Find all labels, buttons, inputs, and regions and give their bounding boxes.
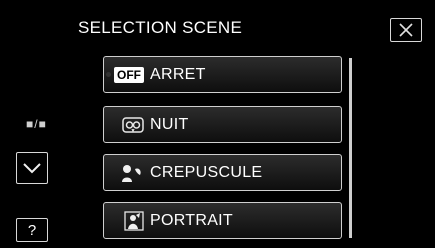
menu-item-arret[interactable]: OFF ARRET [103,56,342,93]
portrait-icon [104,210,144,231]
help-label: ? [27,221,37,239]
scroll-down-button[interactable] [16,152,48,184]
menu-item-label: CREPUSCULE [150,163,263,181]
close-icon [399,23,413,37]
off-icon: OFF [104,66,144,83]
help-button[interactable]: ? [16,218,48,242]
menu-item-nuit[interactable]: NUIT [103,106,342,143]
menu-item-label: ARRET [150,65,206,83]
scrollbar[interactable] [349,58,352,238]
menu-item-crepuscule[interactable]: CREPUSCULE [103,154,342,191]
owl-icon [104,116,144,134]
display-toggle-label: ■/■ [26,117,47,131]
menu-item-label: NUIT [150,115,189,133]
page-title: SELECTION SCENE [78,18,243,37]
menu-item-label: PORTRAIT [150,211,234,229]
sunset-icon [104,163,144,183]
chevron-down-icon [23,163,41,174]
menu-item-portrait[interactable]: PORTRAIT [103,202,342,239]
close-button[interactable] [390,18,422,42]
